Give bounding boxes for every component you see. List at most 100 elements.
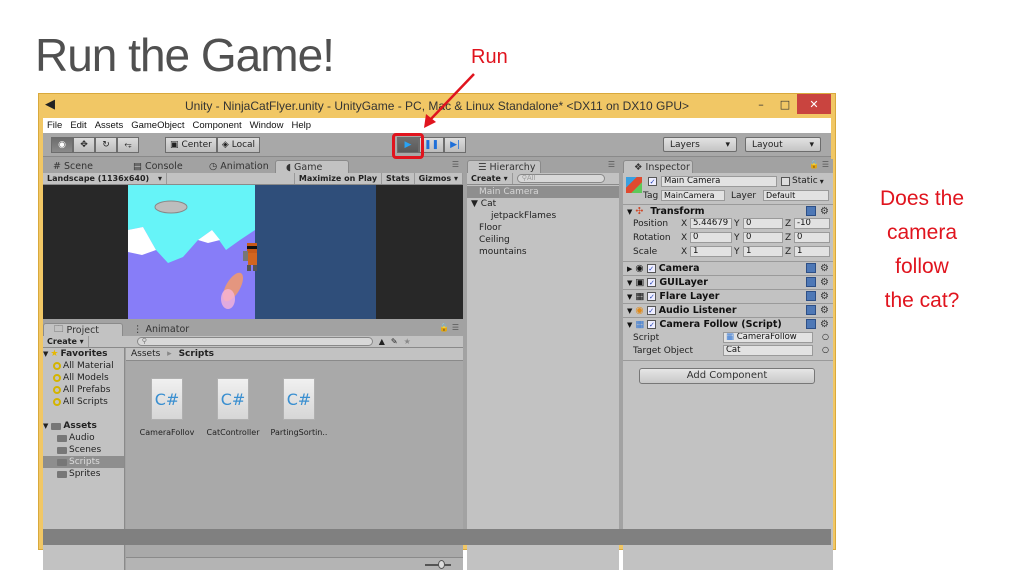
flare-enabled-checkbox[interactable]: ✓ <box>647 292 657 301</box>
maximize-button[interactable]: □ <box>773 94 797 114</box>
asset-camerafollow[interactable]: C# CameraFollov <box>132 378 202 437</box>
camera-enabled-checkbox[interactable]: ✓ <box>646 264 656 273</box>
help-icon[interactable] <box>806 319 817 329</box>
filter-type-icon[interactable]: ▲ <box>379 337 385 346</box>
camera-component-header[interactable]: ▶ ◉ ✓ Camera ⚙ <box>623 261 833 275</box>
layer-dropdown[interactable]: Default <box>763 190 829 201</box>
hierarchy-item-ceiling[interactable]: Ceiling <box>467 234 619 246</box>
hierarchy-item-floor[interactable]: Floor <box>467 222 619 234</box>
pivot-center-button[interactable]: ▣ Center <box>165 137 217 153</box>
lock-icon[interactable]: 🔒 ☰ <box>809 160 829 169</box>
favorite-all-scripts[interactable]: All Scripts <box>43 396 124 408</box>
menu-help[interactable]: Help <box>291 120 311 131</box>
step-button[interactable]: ▶| <box>444 137 467 153</box>
layers-dropdown[interactable]: Layers ▾ <box>663 137 737 152</box>
flare-layer-component-header[interactable]: ▼ ▦ ✓ Flare Layer ⚙ <box>623 289 833 303</box>
help-icon[interactable] <box>806 206 817 216</box>
script-field[interactable]: ▦ CameraFollow <box>723 332 813 343</box>
add-component-button[interactable]: Add Component <box>639 368 815 384</box>
help-icon[interactable] <box>806 277 817 287</box>
folder-sprites[interactable]: Sprites <box>43 468 124 480</box>
favorite-all-models[interactable]: All Models <box>43 372 124 384</box>
resolution-dropdown[interactable]: Landscape (1136x640) ▾ <box>43 173 167 184</box>
audio-listener-component-header[interactable]: ▼ ◉ ✓ Audio Listener ⚙ <box>623 303 833 317</box>
rotate-tool-button[interactable]: ↻ <box>95 137 117 153</box>
folder-audio[interactable]: Audio <box>43 432 124 444</box>
gear-icon[interactable]: ⚙ <box>820 291 829 302</box>
rotation-y-field[interactable]: 0 <box>743 232 783 243</box>
object-name-field[interactable]: Main Camera <box>661 176 777 187</box>
tab-console[interactable]: ▤ Console <box>123 160 199 173</box>
hierarchy-item-cat[interactable]: ▼ Cat <box>467 198 619 210</box>
panel-menu-icon[interactable]: ☰ <box>608 160 615 169</box>
static-checkbox[interactable] <box>781 176 790 186</box>
help-icon[interactable] <box>806 305 817 315</box>
hierarchy-search-input[interactable]: ⚲All <box>516 174 605 183</box>
static-toggle[interactable]: Static ▾ <box>781 176 824 186</box>
camera-follow-component-header[interactable]: ▼ ▦ ✓ Camera Follow (Script) ⚙ <box>623 317 833 331</box>
menu-window[interactable]: Window <box>250 120 284 131</box>
tab-inspector[interactable]: ❖ Inspector <box>623 160 693 173</box>
panel-menu-icon[interactable]: ☰ <box>452 160 459 169</box>
help-icon[interactable] <box>806 263 817 273</box>
lock-icon[interactable]: 🔒 ☰ <box>439 323 459 332</box>
gear-icon[interactable]: ⚙ <box>820 319 829 330</box>
rotation-z-field[interactable]: 0 <box>794 232 830 243</box>
gear-icon[interactable]: ⚙ <box>820 277 829 288</box>
assets-header[interactable]: ▼ Assets <box>43 420 124 432</box>
target-object-field[interactable]: Cat <box>723 345 813 356</box>
scale-x-field[interactable]: 1 <box>690 246 732 257</box>
breadcrumb-current[interactable]: Scripts <box>179 349 214 359</box>
tab-project[interactable]: 🗀 Project <box>43 323 123 336</box>
breadcrumb-root[interactable]: Assets <box>131 349 160 359</box>
hand-tool-button[interactable]: ◉ <box>51 137 73 153</box>
favorites-header[interactable]: ▼ ★ Favorites <box>43 348 124 360</box>
tab-animation[interactable]: ◷ Animation <box>199 160 275 173</box>
gear-icon[interactable]: ⚙ <box>820 263 829 274</box>
filter-label-icon[interactable]: ✎ <box>391 337 398 346</box>
folder-scenes[interactable]: Scenes <box>43 444 124 456</box>
object-picker-icon[interactable]: ○ <box>822 345 829 354</box>
hierarchy-item-jetpackflames[interactable]: jetpackFlames <box>467 210 619 222</box>
tag-dropdown[interactable]: MainCamera <box>661 190 725 201</box>
layout-dropdown[interactable]: Layout ▾ <box>745 137 821 152</box>
position-z-field[interactable]: -10 <box>794 218 830 229</box>
menu-gameobject[interactable]: GameObject <box>131 120 184 131</box>
object-picker-icon[interactable]: ○ <box>822 332 829 341</box>
close-button[interactable]: ✕ <box>797 94 831 114</box>
active-checkbox[interactable]: ✓ <box>648 177 657 186</box>
gear-icon[interactable]: ⚙ <box>820 305 829 316</box>
gear-icon[interactable]: ⚙ <box>820 206 829 217</box>
tab-hierarchy[interactable]: ☰ Hierarchy <box>467 160 541 173</box>
folder-scripts[interactable]: Scripts <box>43 456 124 468</box>
transform-header[interactable]: ▼ ✣ Transform ⚙ <box>623 204 833 218</box>
help-icon[interactable] <box>806 291 817 301</box>
guilayer-component-header[interactable]: ▼ ▣ ✓ GUILayer ⚙ <box>623 275 833 289</box>
slider-handle[interactable] <box>438 560 445 569</box>
tab-game[interactable]: ◖ Game <box>275 160 349 173</box>
menu-file[interactable]: File <box>47 120 62 131</box>
rotation-x-field[interactable]: 0 <box>690 232 732 243</box>
camera-follow-enabled-checkbox[interactable]: ✓ <box>647 320 657 329</box>
project-search-input[interactable]: ⚲ <box>136 337 373 346</box>
favorite-all-prefabs[interactable]: All Prefabs <box>43 384 124 396</box>
favorite-star-icon[interactable]: ★ <box>404 337 411 346</box>
stats-toggle[interactable]: Stats <box>382 173 415 184</box>
game-viewport[interactable] <box>43 185 463 319</box>
maximize-on-play-toggle[interactable]: Maximize on Play <box>293 173 383 184</box>
move-tool-button[interactable]: ✥ <box>73 137 95 153</box>
hierarchy-item-main-camera[interactable]: Main Camera <box>467 186 619 198</box>
pivot-local-button[interactable]: ◈ Local <box>216 137 261 153</box>
menu-component[interactable]: Component <box>193 120 242 131</box>
asset-catcontroller[interactable]: C# CatController <box>198 378 268 437</box>
guilayer-enabled-checkbox[interactable]: ✓ <box>647 278 657 287</box>
scale-z-field[interactable]: 1 <box>794 246 830 257</box>
menu-assets[interactable]: Assets <box>95 120 124 131</box>
tab-animator[interactable]: ⋮ Animator <box>123 323 203 336</box>
scale-tool-button[interactable]: ⥆ <box>117 137 139 153</box>
audio-enabled-checkbox[interactable]: ✓ <box>646 306 656 315</box>
hierarchy-item-mountains[interactable]: mountains <box>467 246 619 258</box>
asset-partingsorting[interactable]: C# PartingSortin.. <box>264 378 334 437</box>
tab-scene[interactable]: # Scene <box>43 160 123 173</box>
minimize-button[interactable]: – <box>749 94 773 114</box>
